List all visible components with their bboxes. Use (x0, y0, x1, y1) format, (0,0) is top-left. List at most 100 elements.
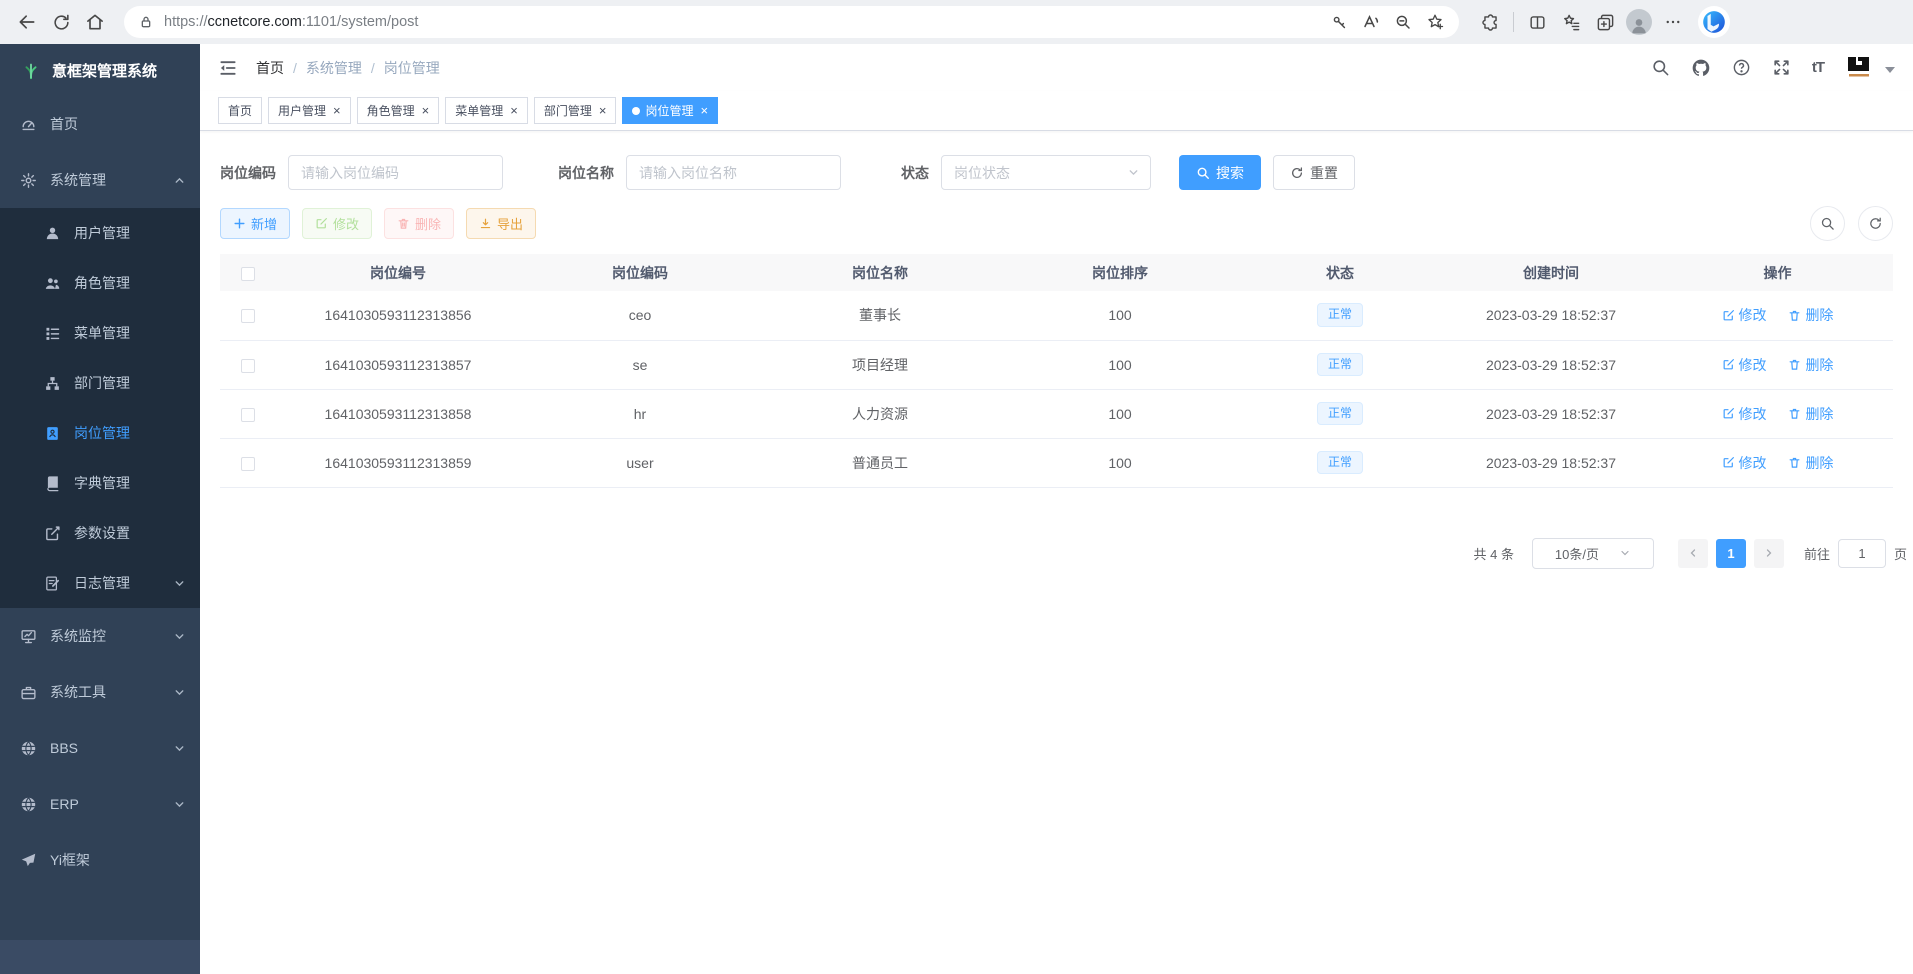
cell-post-id: 1641030593112313856 (276, 291, 520, 340)
row-delete-link[interactable]: 删除 (1788, 355, 1833, 375)
table-row[interactable]: 1641030593112313858 hr 人力资源 100 正常 2023-… (220, 389, 1893, 438)
split-screen-icon[interactable] (1520, 5, 1554, 39)
prev-page-button[interactable] (1678, 539, 1708, 568)
favorite-add-icon[interactable] (1419, 5, 1451, 39)
sidebar-item-dictionary[interactable]: 字典管理 (0, 458, 200, 508)
delete-button[interactable]: 删除 (384, 208, 454, 239)
goto-page-input[interactable] (1838, 539, 1886, 568)
close-icon[interactable]: × (599, 104, 607, 117)
sidebar-item-bbs[interactable]: BBS (0, 720, 200, 776)
select-all-checkbox[interactable] (241, 267, 255, 281)
sidebar-item-monitoring[interactable]: 系统监控 (0, 608, 200, 664)
collections-icon[interactable] (1554, 5, 1588, 39)
tab-departments[interactable]: 部门管理× (534, 97, 617, 124)
reset-button[interactable]: 重置 (1273, 155, 1355, 190)
chevron-down-icon (1127, 166, 1140, 179)
tab-users[interactable]: 用户管理× (268, 97, 351, 124)
breadcrumb-separator: / (293, 60, 297, 76)
sidebar-item-home[interactable]: 首页 (0, 96, 200, 152)
export-button[interactable]: 导出 (466, 208, 536, 239)
font-size-icon[interactable]: tT (1812, 59, 1824, 76)
table-toolbar: 新增 修改 删除 导出 (220, 206, 1893, 241)
address-bar[interactable]: https://ccnetcore.com:1101/system/post (124, 6, 1459, 38)
sidebar-collapse-icon[interactable] (218, 58, 238, 78)
help-icon[interactable] (1732, 58, 1751, 77)
cell-post-id: 1641030593112313857 (276, 340, 520, 389)
page-content: 岗位编码 岗位名称 状态 岗位状态 搜索 重置 (200, 131, 1913, 974)
close-icon[interactable]: × (333, 104, 341, 117)
cell-created: 2023-03-29 18:52:37 (1440, 389, 1662, 438)
search-icon[interactable] (1651, 58, 1670, 77)
zoom-out-icon[interactable] (1387, 5, 1419, 39)
sidebar-item-users[interactable]: 用户管理 (0, 208, 200, 258)
home-icon[interactable] (78, 5, 112, 39)
sidebar-item-posts[interactable]: 岗位管理 (0, 408, 200, 458)
next-page-button[interactable] (1754, 539, 1784, 568)
app-logo[interactable]: 意框架管理系统 (0, 44, 200, 96)
refresh-icon[interactable] (44, 5, 78, 39)
sidebar-item-tools[interactable]: 系统工具 (0, 664, 200, 720)
lock-icon[interactable] (138, 14, 154, 30)
tab-groups-icon[interactable] (1588, 5, 1622, 39)
search-button[interactable]: 搜索 (1179, 155, 1261, 190)
browser-toolbar: https://ccnetcore.com:1101/system/post (0, 0, 1913, 44)
page-1-button[interactable]: 1 (1716, 539, 1746, 568)
pagination: 共 4 条 10条/页 1 前往 页 (220, 538, 1907, 569)
row-checkbox[interactable] (241, 309, 255, 323)
github-icon[interactable] (1691, 58, 1711, 78)
post-name-input[interactable] (626, 155, 841, 190)
table-row[interactable]: 1641030593112313859 user 普通员工 100 正常 202… (220, 438, 1893, 487)
key-icon[interactable] (1323, 5, 1355, 39)
close-icon[interactable]: × (422, 104, 430, 117)
tab-menus[interactable]: 菜单管理× (445, 97, 528, 124)
url-text[interactable]: https://ccnetcore.com:1101/system/post (164, 14, 418, 30)
sidebar-item-system[interactable]: 系统管理 (0, 152, 200, 208)
edit-button[interactable]: 修改 (302, 208, 372, 239)
edit-icon (1722, 456, 1735, 469)
close-icon[interactable]: × (700, 104, 708, 117)
sidebar-item-logs[interactable]: 日志管理 (0, 558, 200, 608)
more-icon[interactable] (1656, 5, 1690, 39)
sidebar-item-roles[interactable]: 角色管理 (0, 258, 200, 308)
back-icon[interactable] (10, 5, 44, 39)
fullscreen-icon[interactable] (1772, 58, 1791, 77)
row-checkbox[interactable] (241, 359, 255, 373)
sidebar-item-label: 首页 (50, 114, 186, 134)
page-size-select[interactable]: 10条/页 (1532, 538, 1654, 569)
col-created: 创建时间 (1440, 254, 1662, 291)
row-edit-link[interactable]: 修改 (1722, 453, 1767, 473)
extensions-icon[interactable] (1473, 5, 1507, 39)
row-edit-link[interactable]: 修改 (1722, 404, 1767, 424)
browser-actions (1473, 5, 1730, 39)
breadcrumb-home[interactable]: 首页 (256, 58, 284, 78)
copilot-icon[interactable] (1698, 6, 1730, 38)
status-select[interactable]: 岗位状态 (941, 155, 1151, 190)
sidebar-item-menus[interactable]: 菜单管理 (0, 308, 200, 358)
row-checkbox[interactable] (241, 408, 255, 422)
add-button[interactable]: 新增 (220, 208, 290, 239)
user-menu[interactable] (1845, 53, 1895, 83)
row-delete-link[interactable]: 删除 (1788, 453, 1833, 473)
show-search-button[interactable] (1810, 206, 1845, 241)
read-aloud-icon[interactable] (1355, 5, 1387, 39)
table-row[interactable]: 1641030593112313857 se 项目经理 100 正常 2023-… (220, 340, 1893, 389)
sidebar-item-parameters[interactable]: 参数设置 (0, 508, 200, 558)
post-code-input[interactable] (288, 155, 503, 190)
close-icon[interactable]: × (510, 104, 518, 117)
row-edit-link[interactable]: 修改 (1722, 305, 1767, 325)
row-edit-link[interactable]: 修改 (1722, 355, 1767, 375)
sidebar-item-yi-framework[interactable]: Yi框架 (0, 832, 200, 888)
row-delete-link[interactable]: 删除 (1788, 305, 1833, 325)
row-delete-link[interactable]: 删除 (1788, 404, 1833, 424)
sidebar-item-erp[interactable]: ERP (0, 776, 200, 832)
table-row[interactable]: 1641030593112313856 ceo 董事长 100 正常 2023-… (220, 291, 1893, 340)
refresh-table-button[interactable] (1858, 206, 1893, 241)
tab-roles[interactable]: 角色管理× (357, 97, 440, 124)
sidebar-item-departments[interactable]: 部门管理 (0, 358, 200, 408)
row-checkbox[interactable] (241, 457, 255, 471)
breadcrumb-system[interactable]: 系统管理 (306, 58, 362, 78)
tab-posts[interactable]: 岗位管理× (622, 97, 718, 124)
cell-created: 2023-03-29 18:52:37 (1440, 340, 1662, 389)
tab-home[interactable]: 首页 (218, 97, 262, 124)
profile-icon[interactable] (1622, 5, 1656, 39)
